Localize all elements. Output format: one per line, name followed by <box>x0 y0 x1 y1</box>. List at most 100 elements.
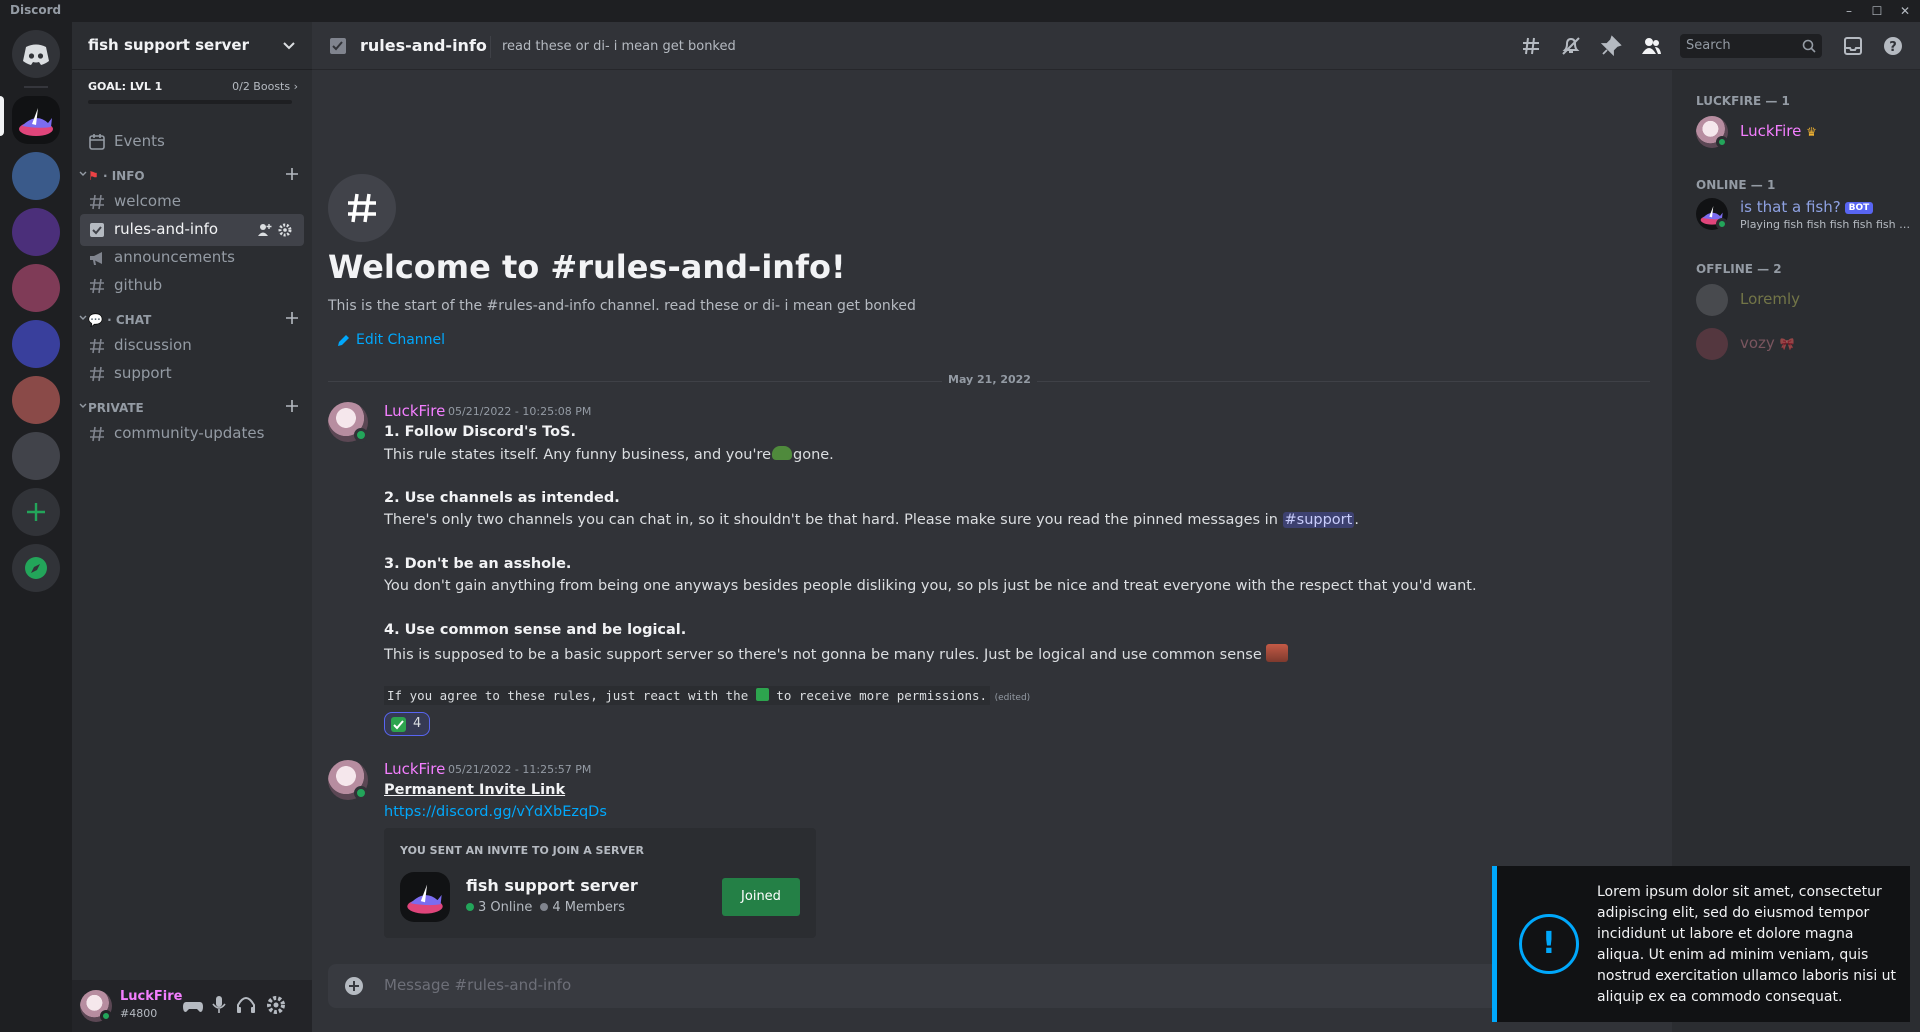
server-3[interactable] <box>12 208 60 256</box>
explore-servers-button[interactable] <box>12 544 60 592</box>
megaphone-icon <box>90 252 102 265</box>
pencil-icon <box>338 335 349 346</box>
boost-progress-bar <box>88 100 292 104</box>
category-chat[interactable]: 💬 · CHAT <box>74 310 310 330</box>
boost-goal-label: GOAL: LVL 1 <box>88 80 163 93</box>
channel-label: github <box>114 276 163 294</box>
member-name[interactable]: vozy 🎀 <box>1740 334 1795 352</box>
chevron-down-icon <box>79 403 87 408</box>
create-invite-icon[interactable] <box>258 223 272 237</box>
hashtag-icon <box>90 338 104 354</box>
home-button[interactable] <box>12 30 60 78</box>
invite-link[interactable]: https://discord.gg/vYdXbEzqDs <box>384 804 607 820</box>
toast-message: Lorem ipsum dolor sit amet, consectetur … <box>1597 884 1897 1005</box>
category-label: ⚑ · INFO <box>88 169 145 183</box>
exclamation-icon: ! <box>1542 926 1556 961</box>
svg-text:?: ? <box>1889 40 1897 55</box>
gear-icon[interactable] <box>278 223 292 237</box>
user-panel: LuckFire #4800 <box>72 980 312 1032</box>
welcome-subtitle: This is the start of the #rules-and-info… <box>328 298 916 314</box>
rail-divider <box>24 86 48 88</box>
invite-server-name[interactable]: fish support server <box>466 876 638 895</box>
checkmark-emoji-icon <box>391 717 406 732</box>
channel-topic[interactable]: read these or di- i mean get bonked <box>502 39 736 54</box>
headphones-icon[interactable] <box>236 995 256 1015</box>
pin-icon[interactable] <box>1600 35 1622 57</box>
compass-icon <box>25 557 47 579</box>
server-4[interactable] <box>12 264 60 312</box>
joined-button[interactable]: Joined <box>722 878 800 916</box>
reaction-checkmark[interactable]: 4 <box>384 712 430 736</box>
maximize-button[interactable]: ☐ <box>1864 1 1890 21</box>
message-heading: Permanent Invite Link <box>384 782 566 798</box>
search-placeholder: Search <box>1686 38 1731 53</box>
fish-logo-icon <box>400 872 450 922</box>
create-channel-plus-icon[interactable] <box>284 310 300 326</box>
online-status-icon <box>354 786 368 800</box>
header-divider <box>490 36 491 58</box>
member-name[interactable]: LuckFire ♛ <box>1740 122 1817 140</box>
channel-title: rules-and-info <box>360 36 487 55</box>
code-text: If you agree to these rules, just react … <box>384 686 991 705</box>
rule-body: This is supposed to be a basic support s… <box>384 644 1289 663</box>
create-channel-plus-icon[interactable] <box>284 166 300 182</box>
gamepad-icon[interactable] <box>182 996 204 1016</box>
rule-title: 3. Don't be an asshole. <box>384 556 572 572</box>
search-input[interactable]: Search <box>1680 34 1822 58</box>
microphone-icon[interactable] <box>212 995 226 1015</box>
title-bar: Discord – ☐ ✕ <box>0 0 1920 22</box>
channel-mention-support[interactable]: #support <box>1282 512 1355 528</box>
hashtag-icon <box>90 366 104 382</box>
minimize-button[interactable]: – <box>1836 1 1862 21</box>
message-composer[interactable]: Message #rules-and-info <box>328 964 1650 1008</box>
threads-icon[interactable] <box>1520 35 1542 57</box>
avatar[interactable] <box>1696 284 1728 316</box>
chevron-down-icon <box>79 315 87 320</box>
message-timestamp: 05/21/2022 - 11:25:57 PM <box>448 763 592 776</box>
category-info[interactable]: ⚑ · INFO <box>74 166 310 186</box>
notification-muted-icon[interactable] <box>1560 35 1582 57</box>
channel-support[interactable]: support <box>80 358 304 390</box>
invite-stats: 3 Online 4 Members <box>466 900 625 915</box>
checkmark-emoji-icon <box>755 688 769 701</box>
server-6[interactable] <box>12 376 60 424</box>
category-private[interactable]: PRIVATE <box>74 398 310 418</box>
server-2[interactable] <box>12 152 60 200</box>
category-label: 💬 · CHAT <box>88 313 152 327</box>
help-icon[interactable]: ? <box>1882 35 1904 57</box>
active-server-pill <box>0 96 4 136</box>
toast-notification[interactable]: ! Lorem ipsum dolor sit amet, consectetu… <box>1492 866 1910 1022</box>
member-group-label: OFFLINE — 2 <box>1696 262 1782 276</box>
welcome-title: Welcome to #rules-and-info! <box>328 248 846 286</box>
inbox-icon[interactable] <box>1842 35 1864 57</box>
add-attachment-icon[interactable] <box>344 976 364 996</box>
member-name[interactable]: Loremly <box>1740 290 1800 308</box>
message-author[interactable]: LuckFire <box>384 402 445 420</box>
app-title: Discord <box>10 3 62 17</box>
chevron-down-icon <box>79 171 87 176</box>
member-list-icon[interactable] <box>1640 35 1662 57</box>
online-status-icon <box>1716 218 1728 230</box>
channel-label: announcements <box>114 248 235 266</box>
events-item[interactable]: Events <box>80 126 304 158</box>
server-7[interactable] <box>12 432 60 480</box>
avatar[interactable] <box>1696 328 1728 360</box>
server-header[interactable]: fish support server <box>72 22 312 70</box>
user-name[interactable]: LuckFire <box>120 989 182 1004</box>
channel-github[interactable]: github <box>80 270 304 302</box>
create-channel-plus-icon[interactable] <box>284 398 300 414</box>
add-server-button[interactable] <box>12 488 60 536</box>
hashtag-icon <box>90 426 104 442</box>
member-activity: Playing fish fish fish fish fish fi... <box>1740 218 1912 231</box>
member-name[interactable]: is that a fish? BOT <box>1740 198 1874 216</box>
message-input-placeholder: Message #rules-and-info <box>384 976 572 994</box>
reaction-count: 4 <box>413 716 422 731</box>
member-group-label: ONLINE — 1 <box>1696 178 1776 192</box>
agreement-line: If you agree to these rules, just react … <box>384 686 1030 705</box>
server-fish-support[interactable] <box>12 96 60 144</box>
close-button[interactable]: ✕ <box>1892 1 1918 21</box>
message-author[interactable]: LuckFire <box>384 760 445 778</box>
server-5[interactable] <box>12 320 60 368</box>
channel-community-updates[interactable]: community-updates <box>80 418 304 450</box>
gear-icon[interactable] <box>266 995 286 1015</box>
